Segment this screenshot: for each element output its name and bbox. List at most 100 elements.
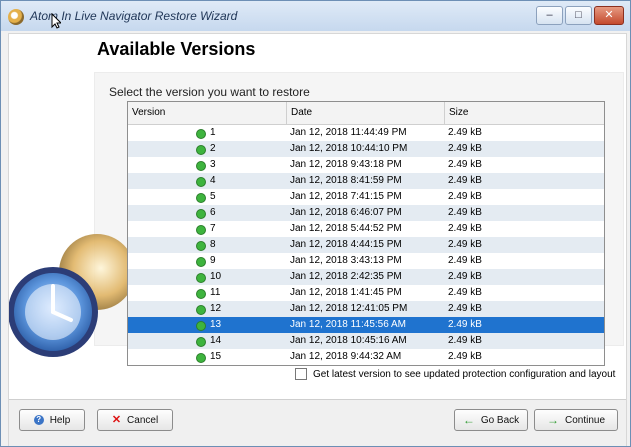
date-cell: Jan 12, 2018 9:44:32 AM: [290, 351, 402, 362]
check-circle-icon: [196, 145, 206, 155]
table-row[interactable]: 10 Jan 12, 2018 2:42:35 PM 2.49 kB: [128, 269, 604, 285]
cancel-button[interactable]: ✕ Cancel: [97, 409, 173, 431]
version-number: 10: [210, 271, 222, 282]
table-row[interactable]: 8 Jan 12, 2018 4:44:15 PM 2.49 kB: [128, 237, 604, 253]
close-button[interactable]: ✕: [594, 6, 624, 25]
continue-label: Continue: [564, 414, 606, 426]
date-cell: Jan 12, 2018 7:41:15 PM: [290, 191, 402, 202]
restore-wizard-window: Atom In Live Navigator Restore Wizard – …: [0, 0, 631, 447]
cancel-label: Cancel: [127, 414, 159, 426]
date-cell: Jan 12, 2018 4:44:15 PM: [290, 239, 402, 250]
size-cell: 2.49 kB: [448, 191, 482, 202]
cancel-icon: ✕: [111, 413, 122, 426]
table-row[interactable]: 11 Jan 12, 2018 1:41:45 PM 2.49 kB: [128, 285, 604, 301]
size-cell: 2.49 kB: [448, 223, 482, 234]
maximize-button[interactable]: □: [565, 6, 592, 25]
table-row[interactable]: 7 Jan 12, 2018 5:44:52 PM 2.49 kB: [128, 221, 604, 237]
date-cell: Jan 12, 2018 12:41:05 PM: [290, 303, 408, 314]
clock-illustration-icon: [9, 234, 135, 357]
page-title: Available Versions: [97, 39, 256, 59]
table-row[interactable]: 2 Jan 12, 2018 10:44:10 PM 2.49 kB: [128, 141, 604, 157]
version-cell: 6: [128, 205, 286, 221]
date-cell: Jan 12, 2018 10:44:10 PM: [290, 143, 408, 154]
back-arrow-icon: ←: [462, 413, 475, 427]
version-number: 5: [210, 191, 216, 202]
version-cell: 4: [128, 173, 286, 189]
latest-version-checkbox[interactable]: [295, 368, 307, 380]
version-number: 13: [210, 319, 222, 330]
title-bar: Atom In Live Navigator Restore Wizard – …: [1, 1, 630, 31]
check-circle-icon: [196, 273, 206, 283]
check-circle-icon: [196, 321, 206, 331]
mouse-pointer-icon: [51, 13, 61, 29]
go-back-label: Go Back: [480, 414, 520, 426]
version-cell: 9: [128, 253, 286, 269]
date-cell: Jan 12, 2018 9:43:18 PM: [290, 159, 402, 170]
table-row[interactable]: 9 Jan 12, 2018 3:43:13 PM 2.49 kB: [128, 253, 604, 269]
check-circle-icon: [196, 353, 206, 363]
table-row[interactable]: 14 Jan 12, 2018 10:45:16 AM 2.49 kB: [128, 333, 604, 349]
version-cell: 7: [128, 221, 286, 237]
version-number: 6: [210, 207, 216, 218]
date-cell: Jan 12, 2018 1:41:45 PM: [290, 287, 402, 298]
table-row[interactable]: 5 Jan 12, 2018 7:41:15 PM 2.49 kB: [128, 189, 604, 205]
column-header-version[interactable]: Version: [128, 102, 286, 124]
version-number: 4: [210, 175, 216, 186]
size-cell: 2.49 kB: [448, 351, 482, 362]
minimize-button[interactable]: –: [536, 6, 563, 25]
check-circle-icon: [196, 209, 206, 219]
version-cell: 15: [128, 349, 286, 365]
size-cell: 2.49 kB: [448, 335, 482, 346]
table-row[interactable]: 12 Jan 12, 2018 12:41:05 PM 2.49 kB: [128, 301, 604, 317]
version-number: 12: [210, 303, 222, 314]
table-row[interactable]: 3 Jan 12, 2018 9:43:18 PM 2.49 kB: [128, 157, 604, 173]
table-row[interactable]: 1 Jan 12, 2018 11:44:49 PM 2.49 kB: [128, 125, 604, 141]
check-circle-icon: [196, 289, 206, 299]
close-icon: ✕: [604, 9, 614, 21]
date-cell: Jan 12, 2018 3:43:13 PM: [290, 255, 402, 266]
version-number: 7: [210, 223, 216, 234]
continue-button[interactable]: → Continue: [534, 409, 618, 431]
column-header-size[interactable]: Size: [444, 102, 584, 124]
help-label: Help: [49, 414, 71, 426]
date-cell: Jan 12, 2018 8:41:59 PM: [290, 175, 402, 186]
size-cell: 2.49 kB: [448, 303, 482, 314]
table-row[interactable]: 4 Jan 12, 2018 8:41:59 PM 2.49 kB: [128, 173, 604, 189]
version-cell: 14: [128, 333, 286, 349]
table-row-selected[interactable]: 13 Jan 12, 2018 11:45:56 AM 2.49 kB: [128, 317, 604, 333]
date-cell: Jan 12, 2018 11:44:49 PM: [290, 127, 407, 138]
version-cell: 3: [128, 157, 286, 173]
date-cell: Jan 12, 2018 6:46:07 PM: [290, 207, 402, 218]
table-row[interactable]: 6 Jan 12, 2018 6:46:07 PM 2.49 kB: [128, 205, 604, 221]
version-number: 8: [210, 239, 216, 250]
date-cell: Jan 12, 2018 2:42:35 PM: [290, 271, 402, 282]
check-circle-icon: [196, 177, 206, 187]
size-cell: 2.49 kB: [448, 271, 482, 282]
version-cell: 13: [128, 317, 286, 333]
check-circle-icon: [196, 257, 206, 267]
latest-version-label: Get latest version to see updated protec…: [313, 368, 616, 380]
version-cell: 10: [128, 269, 286, 285]
size-cell: 2.49 kB: [448, 239, 482, 250]
version-number: 15: [210, 351, 222, 362]
check-circle-icon: [196, 225, 206, 235]
check-circle-icon: [196, 241, 206, 251]
table-row[interactable]: 15 Jan 12, 2018 9:44:32 AM 2.49 kB: [128, 349, 604, 365]
column-header-date[interactable]: Date: [286, 102, 444, 124]
go-back-button[interactable]: ← Go Back: [454, 409, 528, 431]
instruction-text: Select the version you want to restore: [109, 85, 310, 99]
date-cell: Jan 12, 2018 10:45:16 AM: [290, 335, 407, 346]
table-header: Version Date Size: [128, 102, 604, 125]
size-cell: 2.49 kB: [448, 319, 482, 330]
versions-table[interactable]: Version Date Size 1 Jan 12, 2018 11:44:49…: [127, 101, 605, 366]
version-cell: 8: [128, 237, 286, 253]
help-button[interactable]: ? Help: [19, 409, 85, 431]
button-bar: ? Help ✕ Cancel ← Go Back → Continue: [9, 399, 626, 446]
date-cell: Jan 12, 2018 5:44:52 PM: [290, 223, 402, 234]
help-icon: ?: [33, 415, 44, 425]
version-cell: 11: [128, 285, 286, 301]
version-number: 3: [210, 159, 216, 170]
latest-version-option[interactable]: Get latest version to see updated protec…: [295, 368, 615, 380]
version-number: 9: [210, 255, 216, 266]
size-cell: 2.49 kB: [448, 207, 482, 218]
